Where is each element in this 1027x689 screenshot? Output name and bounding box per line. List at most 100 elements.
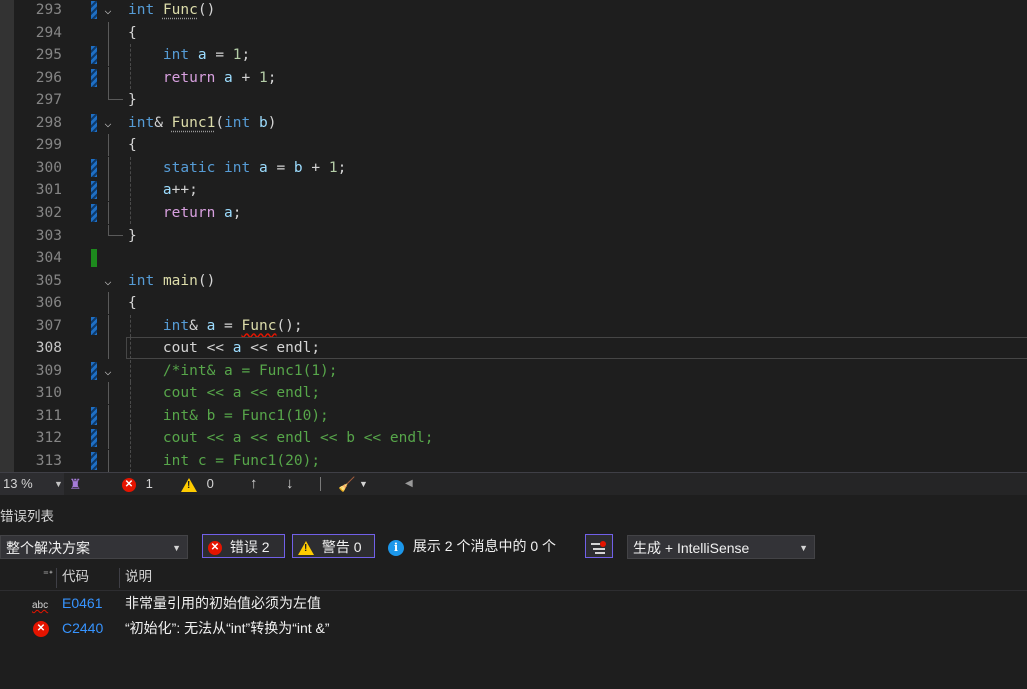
error-row[interactable]: ✕ C2440 “初始化”: 无法从“int”转换为“int &” <box>0 616 1027 640</box>
code-text[interactable]: return a + 1; <box>128 67 277 89</box>
code-line[interactable]: 306 { <box>0 292 1027 315</box>
column-header-code[interactable]: 代码 <box>62 566 89 588</box>
arrow-up-icon[interactable]: ↑ <box>250 473 258 495</box>
code-token: cout << a << endl; <box>128 385 321 402</box>
chevron-down-icon[interactable]: ▼ <box>359 473 368 495</box>
code-text[interactable]: { <box>128 134 137 156</box>
code-text[interactable]: cout << a << endl; <box>128 337 320 359</box>
copilot-icon[interactable]: ♜ <box>69 473 85 495</box>
fold-guide <box>108 156 109 179</box>
status-warnings[interactable]: 0 <box>181 473 214 495</box>
code-token: ; <box>232 204 242 221</box>
code-line[interactable]: 308 cout << a << endl; <box>0 337 1027 360</box>
code-line[interactable]: 305 ⌵ int main() <box>0 270 1027 292</box>
status-errors[interactable]: ✕ 1 <box>122 473 153 495</box>
code-token: main <box>162 272 198 289</box>
line-number: 295 <box>35 47 62 64</box>
code-text[interactable]: int& b = Func1(10); <box>128 405 329 427</box>
fold-guide <box>108 404 109 427</box>
errors-toggle-label: 错误 2 <box>229 539 270 555</box>
unsaved-change-marker <box>91 68 97 87</box>
build-source-dropdown[interactable]: 生成 + IntelliSense ▼ <box>627 535 815 559</box>
code-token: b <box>293 159 303 176</box>
line-number: 311 <box>35 407 62 424</box>
code-line[interactable]: 297} <box>0 89 1027 111</box>
code-text[interactable]: int Func() <box>128 0 215 21</box>
fold-chevron-icon[interactable]: ⌵ <box>101 270 115 292</box>
code-text[interactable]: int c = Func1(20); <box>128 450 320 472</box>
code-token: = <box>215 317 242 334</box>
error-description: “初始化”: 无法从“int”转换为“int &” <box>125 620 330 636</box>
brush-icon[interactable]: 🧹 <box>338 473 355 495</box>
code-text[interactable]: { <box>128 22 137 44</box>
code-line[interactable]: 300 static int a = b + 1; <box>0 156 1027 179</box>
filter-list-button[interactable] <box>585 534 613 558</box>
code-text[interactable]: cout << a << endl; <box>128 382 320 404</box>
status-separator <box>320 477 321 491</box>
code-line[interactable]: 293 ⌵ int Func() <box>0 0 1027 21</box>
code-line[interactable]: 296 return a + 1; <box>0 66 1027 89</box>
code-line[interactable]: 313 int c = Func1(20); <box>0 450 1027 472</box>
code-line[interactable]: 310 cout << a << endl; <box>0 382 1027 405</box>
fold-guide <box>108 179 109 202</box>
scope-dropdown[interactable]: 整个解决方案 ▼ <box>0 535 188 559</box>
fold-guide <box>108 201 109 224</box>
column-header-description[interactable]: 说明 <box>125 566 152 588</box>
fold-chevron-icon[interactable]: ⌵ <box>101 0 115 21</box>
code-text[interactable]: int a = 1; <box>128 44 250 66</box>
code-text[interactable]: { <box>128 292 137 314</box>
line-number: 298 <box>35 114 62 131</box>
warnings-filter-toggle[interactable]: 警告 0 <box>292 534 375 558</box>
code-line[interactable]: 309 ⌵ /*int& a = Func1(1); <box>0 359 1027 382</box>
code-line[interactable]: 298 ⌵ int& Func1(int b) <box>0 112 1027 134</box>
code-line[interactable]: 307 int& a = Func(); <box>0 314 1027 337</box>
fold-guide <box>108 337 109 360</box>
error-squiggle-token: Func <box>241 317 277 334</box>
scroll-left-icon[interactable]: ◀ <box>405 473 413 495</box>
code-line[interactable]: 311 int& b = Func1(10); <box>0 404 1027 427</box>
code-text[interactable]: a++; <box>128 179 198 201</box>
code-text[interactable]: } <box>128 225 137 247</box>
fold-guide <box>108 21 109 44</box>
error-code-link[interactable]: C2440 <box>62 616 103 640</box>
code-text[interactable]: int& Func1(int b) <box>128 112 276 134</box>
line-number: 305 <box>35 272 62 289</box>
line-number: 301 <box>35 182 62 199</box>
code-token: a <box>224 204 233 221</box>
fold-chevron-icon[interactable]: ⌵ <box>101 360 115 382</box>
code-line[interactable]: 295 int a = 1; <box>0 44 1027 67</box>
code-line[interactable]: 303} <box>0 224 1027 247</box>
code-text[interactable]: int main() <box>128 270 215 292</box>
sort-icon[interactable]: ⁼ᐩ <box>43 566 53 584</box>
code-line[interactable]: 304 <box>0 247 1027 269</box>
errors-filter-toggle[interactable]: ✕ 错误 2 <box>202 534 285 558</box>
code-text[interactable]: static int a = b + 1; <box>128 157 346 179</box>
code-text[interactable]: return a; <box>128 202 242 224</box>
code-token: 1 <box>258 69 268 86</box>
code-line[interactable]: 302 return a; <box>0 201 1027 224</box>
error-row[interactable]: abc E0461 非常量引用的初始值必须为左值 <box>0 591 1027 615</box>
fold-chevron-icon[interactable]: ⌵ <box>101 112 115 134</box>
code-text[interactable]: } <box>128 89 137 111</box>
line-number: 296 <box>35 69 62 86</box>
code-line[interactable]: 294 { <box>0 21 1027 44</box>
error-code-link[interactable]: E0461 <box>62 591 102 615</box>
code-text[interactable]: int& a = Func(); <box>128 315 303 337</box>
code-text[interactable]: cout << a << endl << b << endl; <box>128 427 434 449</box>
code-line[interactable]: 299 { <box>0 134 1027 157</box>
code-text[interactable]: /*int& a = Func1(1); <box>128 360 338 382</box>
code-token: } <box>128 227 137 244</box>
code-token: 1 <box>328 159 338 176</box>
code-token: (); <box>276 317 303 334</box>
unsaved-change-marker <box>91 316 97 335</box>
code-token: a <box>258 159 268 176</box>
unsaved-change-marker <box>91 158 97 177</box>
code-line[interactable]: 301 a++; <box>0 179 1027 202</box>
code-token: int <box>162 47 190 64</box>
code-token: = <box>206 47 233 64</box>
code-line[interactable]: 312 cout << a << endl << b << endl; <box>0 427 1027 450</box>
messages-filter-toggle[interactable]: i 展示 2 个消息中的 0 个 <box>388 534 578 558</box>
code-editor[interactable]: 293 ⌵ int Func() 294{295 int a = 1; 296 retu… <box>0 0 1027 472</box>
arrow-down-icon[interactable]: ↓ <box>286 473 294 495</box>
zoom-dropdown[interactable]: 13 % ▼ <box>0 473 64 495</box>
